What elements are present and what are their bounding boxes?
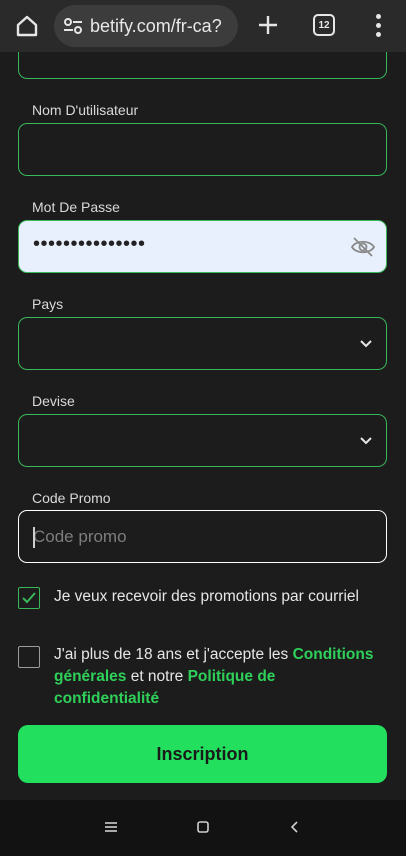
terms-text-middle: et notre xyxy=(126,668,188,685)
promo-label: Code Promo xyxy=(32,490,111,506)
chevron-down-icon xyxy=(360,340,372,348)
previous-field[interactable] xyxy=(18,52,387,79)
currency-select[interactable] xyxy=(18,414,387,467)
password-value: ••••••••••••••• xyxy=(33,233,146,255)
country-label: Pays xyxy=(32,296,64,312)
more-vert-icon[interactable] xyxy=(368,14,388,38)
username-label: Nom D'utilisateur xyxy=(32,102,139,118)
plus-icon[interactable] xyxy=(256,13,280,37)
registration-form: Nom D'utilisateur Mot De Passe •••••••••… xyxy=(0,52,406,800)
chevron-left-icon[interactable] xyxy=(288,820,302,834)
system-nav-bar xyxy=(0,800,406,856)
username-field[interactable] xyxy=(18,123,387,176)
signup-button[interactable]: Inscription xyxy=(18,725,387,783)
password-label: Mot De Passe xyxy=(32,199,120,215)
terms-checkbox-label[interactable]: J'ai plus de 18 ans et j'accepte les Con… xyxy=(54,644,374,710)
checkmark-icon xyxy=(22,592,36,604)
url-text[interactable]: betify.com/fr-ca? xyxy=(90,16,222,37)
promo-field[interactable] xyxy=(18,510,387,563)
chevron-down-icon xyxy=(360,437,372,445)
promotions-checkbox[interactable] xyxy=(18,587,40,609)
promotions-checkbox-label[interactable]: Je veux recevoir des promotions par cour… xyxy=(54,586,374,608)
password-field[interactable]: ••••••••••••••• xyxy=(18,220,387,273)
currency-label: Devise xyxy=(32,393,75,409)
tune-icon[interactable] xyxy=(62,15,84,37)
text-caret xyxy=(33,527,35,548)
home-icon[interactable] xyxy=(14,13,40,39)
square-icon[interactable] xyxy=(196,820,210,834)
promo-input[interactable] xyxy=(19,511,386,562)
country-select[interactable] xyxy=(18,317,387,370)
terms-text-before: J'ai plus de 18 ans et j'accepte les xyxy=(54,646,293,663)
tab-switcher-button[interactable]: 12 xyxy=(313,14,335,36)
terms-checkbox[interactable] xyxy=(18,646,40,668)
browser-toolbar: betify.com/fr-ca? 12 xyxy=(0,0,406,52)
menu-lines-icon[interactable] xyxy=(104,820,118,834)
address-bar[interactable]: betify.com/fr-ca? xyxy=(54,5,238,47)
eye-off-icon[interactable] xyxy=(350,235,376,259)
